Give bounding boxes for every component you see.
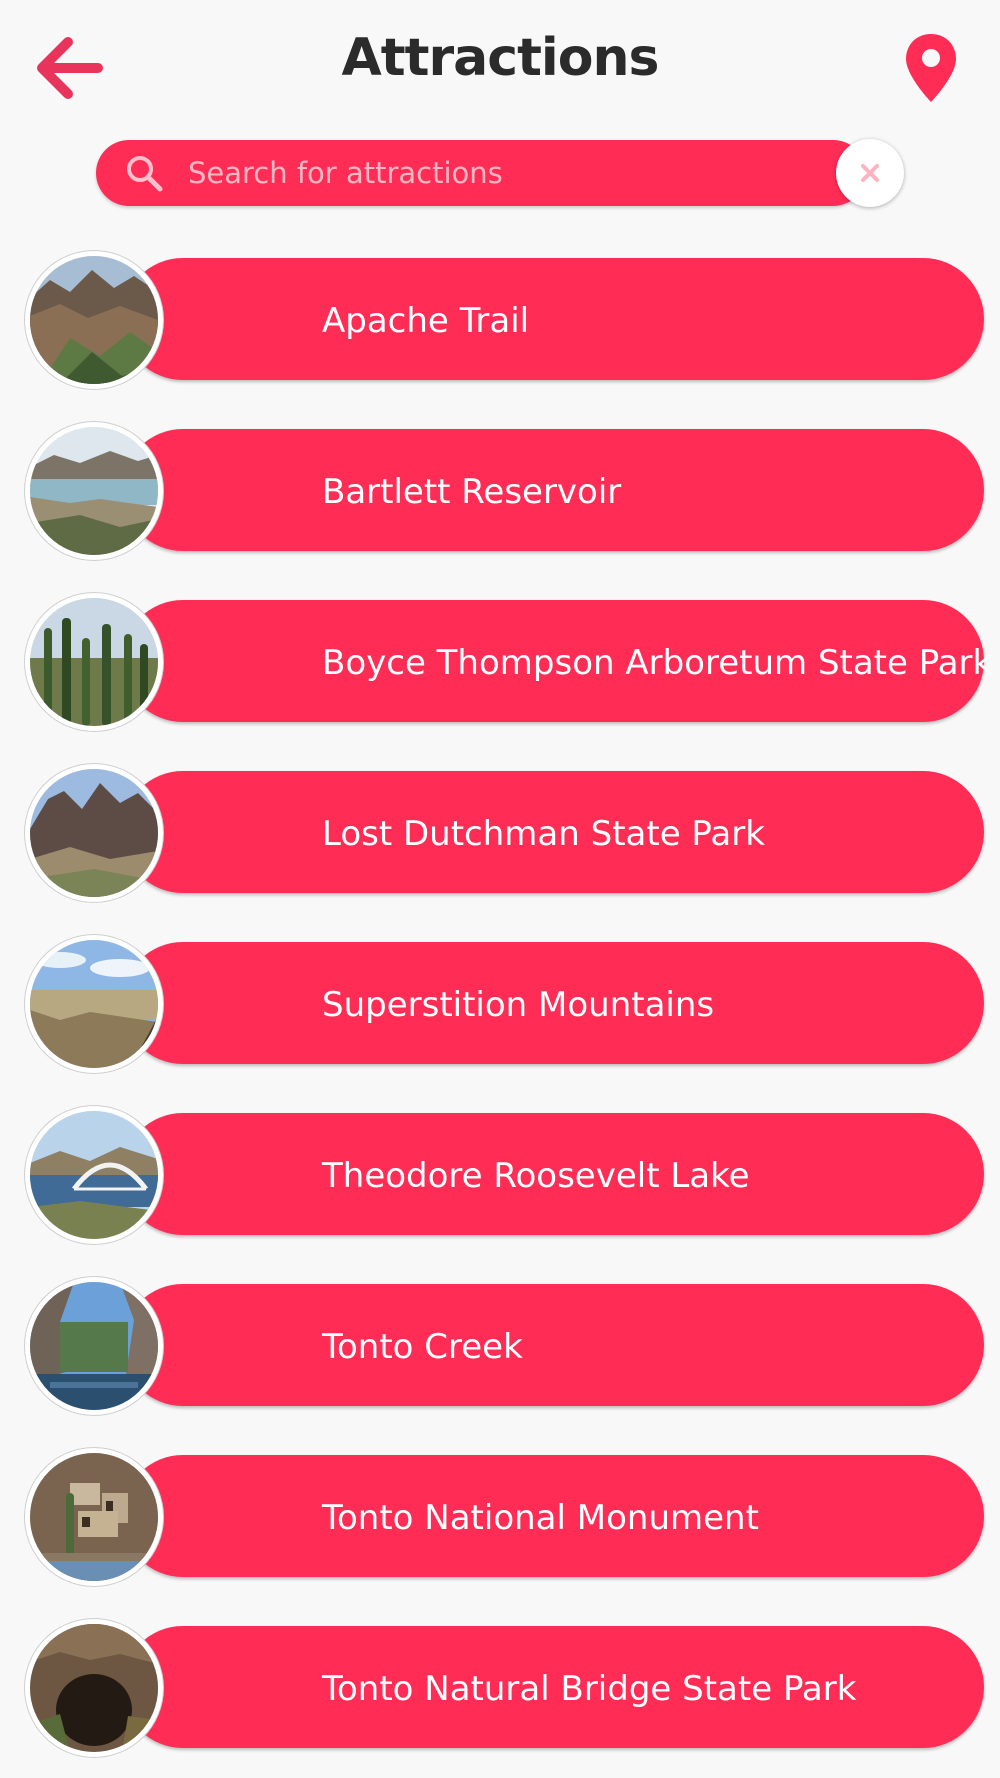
- list-item[interactable]: Bartlett Reservoir: [30, 427, 984, 555]
- attraction-name: Theodore Roosevelt Lake: [322, 1156, 750, 1196]
- attraction-thumbnail: [30, 769, 158, 897]
- attraction-button[interactable]: Tonto Creek: [122, 1284, 984, 1406]
- page-title: Attractions: [341, 28, 660, 88]
- attraction-name: Apache Trail: [322, 301, 530, 341]
- attraction-thumbnail: [30, 1624, 158, 1752]
- attraction-thumbnail: [30, 427, 158, 555]
- attraction-button[interactable]: Bartlett Reservoir: [122, 429, 984, 551]
- attraction-button[interactable]: Tonto National Monument: [122, 1455, 984, 1577]
- map-pin-icon: [906, 34, 956, 102]
- list-item[interactable]: Superstition Mountains: [30, 940, 984, 1068]
- attraction-button[interactable]: Tonto Natural Bridge State Park: [122, 1626, 984, 1748]
- list-item[interactable]: Apache Trail: [30, 256, 984, 384]
- attraction-name: Tonto National Monument: [322, 1498, 759, 1538]
- list-item[interactable]: Tonto Natural Bridge State Park: [30, 1624, 984, 1752]
- search-bar: [96, 140, 866, 206]
- attraction-name: Tonto Natural Bridge State Park: [322, 1669, 857, 1709]
- attraction-name: Lost Dutchman State Park: [322, 814, 765, 854]
- attraction-name: Boyce Thompson Arboretum State Park: [322, 643, 993, 683]
- list-item[interactable]: Boyce Thompson Arboretum State Park: [30, 598, 992, 726]
- attraction-thumbnail: [30, 1282, 158, 1410]
- attraction-name: Superstition Mountains: [322, 985, 715, 1025]
- attraction-name: Bartlett Reservoir: [322, 472, 622, 512]
- attraction-button[interactable]: Theodore Roosevelt Lake: [122, 1113, 984, 1235]
- attraction-thumbnail: [30, 256, 158, 384]
- location-button[interactable]: [904, 32, 958, 104]
- list-item[interactable]: Tonto Creek: [30, 1282, 984, 1410]
- attraction-button[interactable]: Superstition Mountains: [122, 942, 984, 1064]
- search-input[interactable]: [188, 140, 808, 206]
- attraction-name: Tonto Creek: [322, 1327, 523, 1367]
- list-item[interactable]: Tonto National Monument: [30, 1453, 984, 1581]
- search-icon: [127, 156, 163, 192]
- attraction-button[interactable]: Apache Trail: [122, 258, 984, 380]
- attraction-button[interactable]: Lost Dutchman State Park: [122, 771, 984, 893]
- top-bar: Attractions: [0, 0, 1000, 130]
- clear-search-button[interactable]: [836, 139, 904, 207]
- close-icon: [861, 164, 879, 182]
- attraction-thumbnail: [30, 1111, 158, 1239]
- list-item[interactable]: Lost Dutchman State Park: [30, 769, 984, 897]
- attraction-thumbnail: [30, 1453, 158, 1581]
- attraction-thumbnail: [30, 598, 158, 726]
- attraction-thumbnail: [30, 940, 158, 1068]
- list-item[interactable]: Theodore Roosevelt Lake: [30, 1111, 984, 1239]
- attraction-button[interactable]: Boyce Thompson Arboretum State Park: [122, 600, 992, 722]
